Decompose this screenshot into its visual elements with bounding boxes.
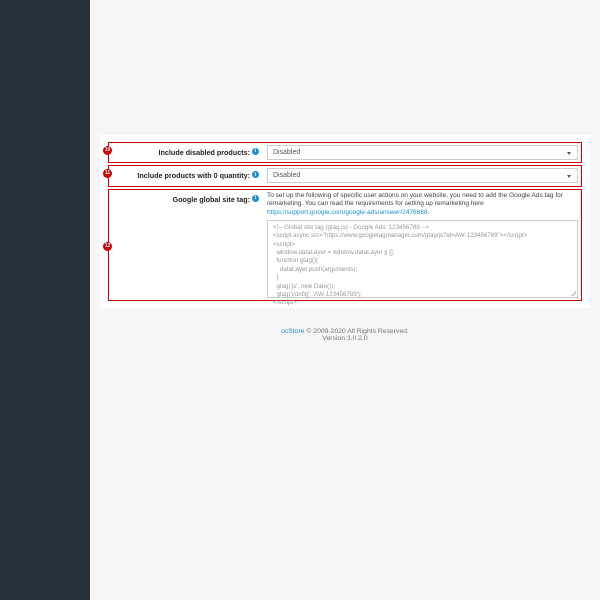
admin-sidebar [0, 0, 90, 600]
info-icon[interactable]: i [252, 195, 259, 202]
footer-version: Version 3.0.2.0 [90, 335, 600, 342]
label-include-zero: Include products with 0 quantity: i [110, 167, 265, 184]
footer-brand-link[interactable]: ocStore [281, 328, 304, 335]
row-include-disabled: 10 Include disabled products: i Disabled [108, 142, 582, 163]
row-include-zero-qty: 11 Include products with 0 quantity: i D… [108, 165, 582, 186]
select-include-zero[interactable]: Disabled [267, 168, 578, 183]
info-icon[interactable]: i [252, 171, 259, 178]
label-site-tag: Google global site tag: i [110, 191, 265, 299]
main-content: 10 Include disabled products: i Disabled… [90, 0, 600, 600]
row-site-tag: 12 Google global site tag: i To set up t… [108, 189, 582, 301]
select-include-disabled[interactable]: Disabled [267, 145, 578, 160]
settings-panel: 10 Include disabled products: i Disabled… [100, 135, 590, 308]
info-icon[interactable]: i [252, 148, 259, 155]
step-badge-12: 12 [103, 242, 112, 251]
site-tag-textarea[interactable]: <!-- Global site tag (gtag.js) - Google … [267, 220, 578, 298]
site-tag-description: To set up the following of specific user… [267, 192, 578, 218]
help-link[interactable]: https://support.google.com/google-ads/an… [267, 209, 427, 216]
footer: ocStore © 2009-2020 All Rights Reserved.… [90, 308, 600, 362]
label-include-disabled: Include disabled products: i [110, 144, 265, 161]
step-badge-10: 10 [103, 146, 112, 155]
